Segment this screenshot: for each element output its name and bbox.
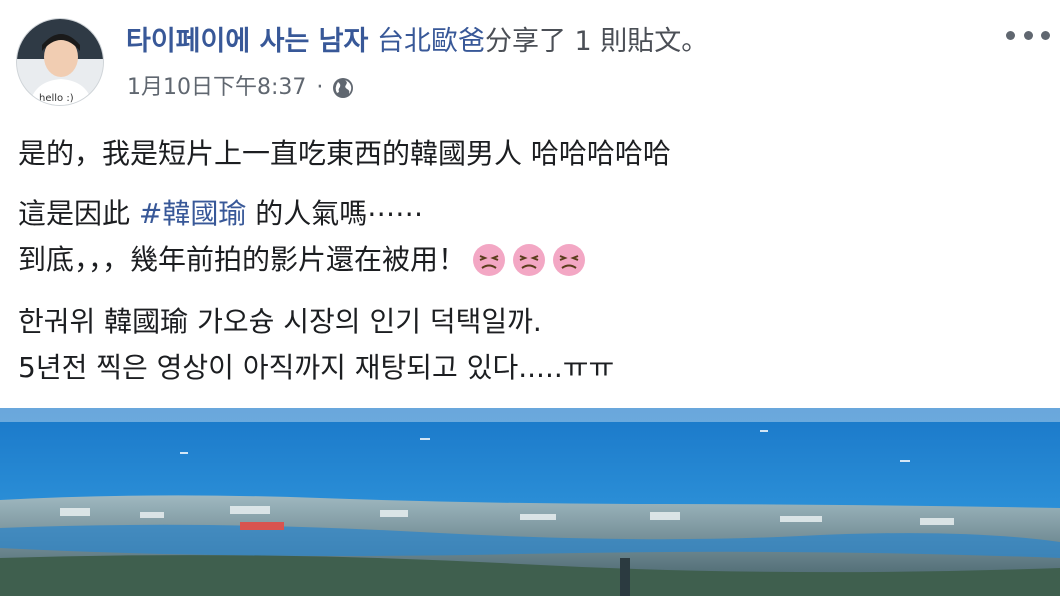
share-action-text: 分享了 1 則貼文。 [484,26,709,57]
shared-video-thumbnail[interactable] [0,408,1060,596]
post-korean-line-1: 한궈위 韓國瑜 가오슝 시장의 인기 덕택일까. [18,305,542,338]
author-name-link[interactable]: 타이페이에 사는 남자 [126,26,368,57]
persevering-face-emoji-icon [473,244,506,276]
post-line-2: 這是因此 #韓國瑜 的人氣嗎⋯⋯ [18,192,423,236]
avatar-caption: hello :) [39,93,74,104]
line-2-prefix: 這是因此 [18,197,139,230]
persevering-face-emoji-icon [553,244,586,276]
dot [1006,30,1015,40]
harbor-city-image [0,408,1060,596]
line-3-text: 到底，，，幾年前拍的影片還在被用！ [18,243,467,276]
dot [1041,30,1050,40]
globe-icon[interactable] [331,76,355,100]
post-meta: 1月10日下午8:37 · [127,70,355,106]
hashtag-link[interactable]: #韓國瑜 [139,197,246,230]
meta-separator: · [316,75,324,100]
author-line: 타이페이에 사는 남자 台北歐爸分享了 1 則貼文。 [126,22,708,62]
more-options-icon[interactable] [1006,20,1050,50]
persevering-face-emoji-icon [513,244,546,276]
avatar-image: hello :) [17,19,103,105]
post-line-1: 是的，我是短片上一直吃東西的韓國男人 哈哈哈哈哈 [18,137,671,170]
post-header: hello :) 타이페이에 사는 남자 台北歐爸分享了 1 則貼文。 1月10… [0,0,1060,112]
timestamp-link[interactable]: 1月10日下午8:37 [127,70,306,106]
dot [1023,30,1033,40]
line-2-suffix: 的人氣嗎⋯⋯ [246,197,424,230]
avatar[interactable]: hello :) [16,18,104,106]
post-line-3: 到底，，，幾年前拍的影片還在被用！ [18,238,586,282]
post-korean-line-2: 5년전 찍은 영상이 아직까지 재탕되고 있다.....ㅠㅠ [18,351,615,384]
shared-page-link[interactable]: 台北歐爸 [377,26,485,57]
